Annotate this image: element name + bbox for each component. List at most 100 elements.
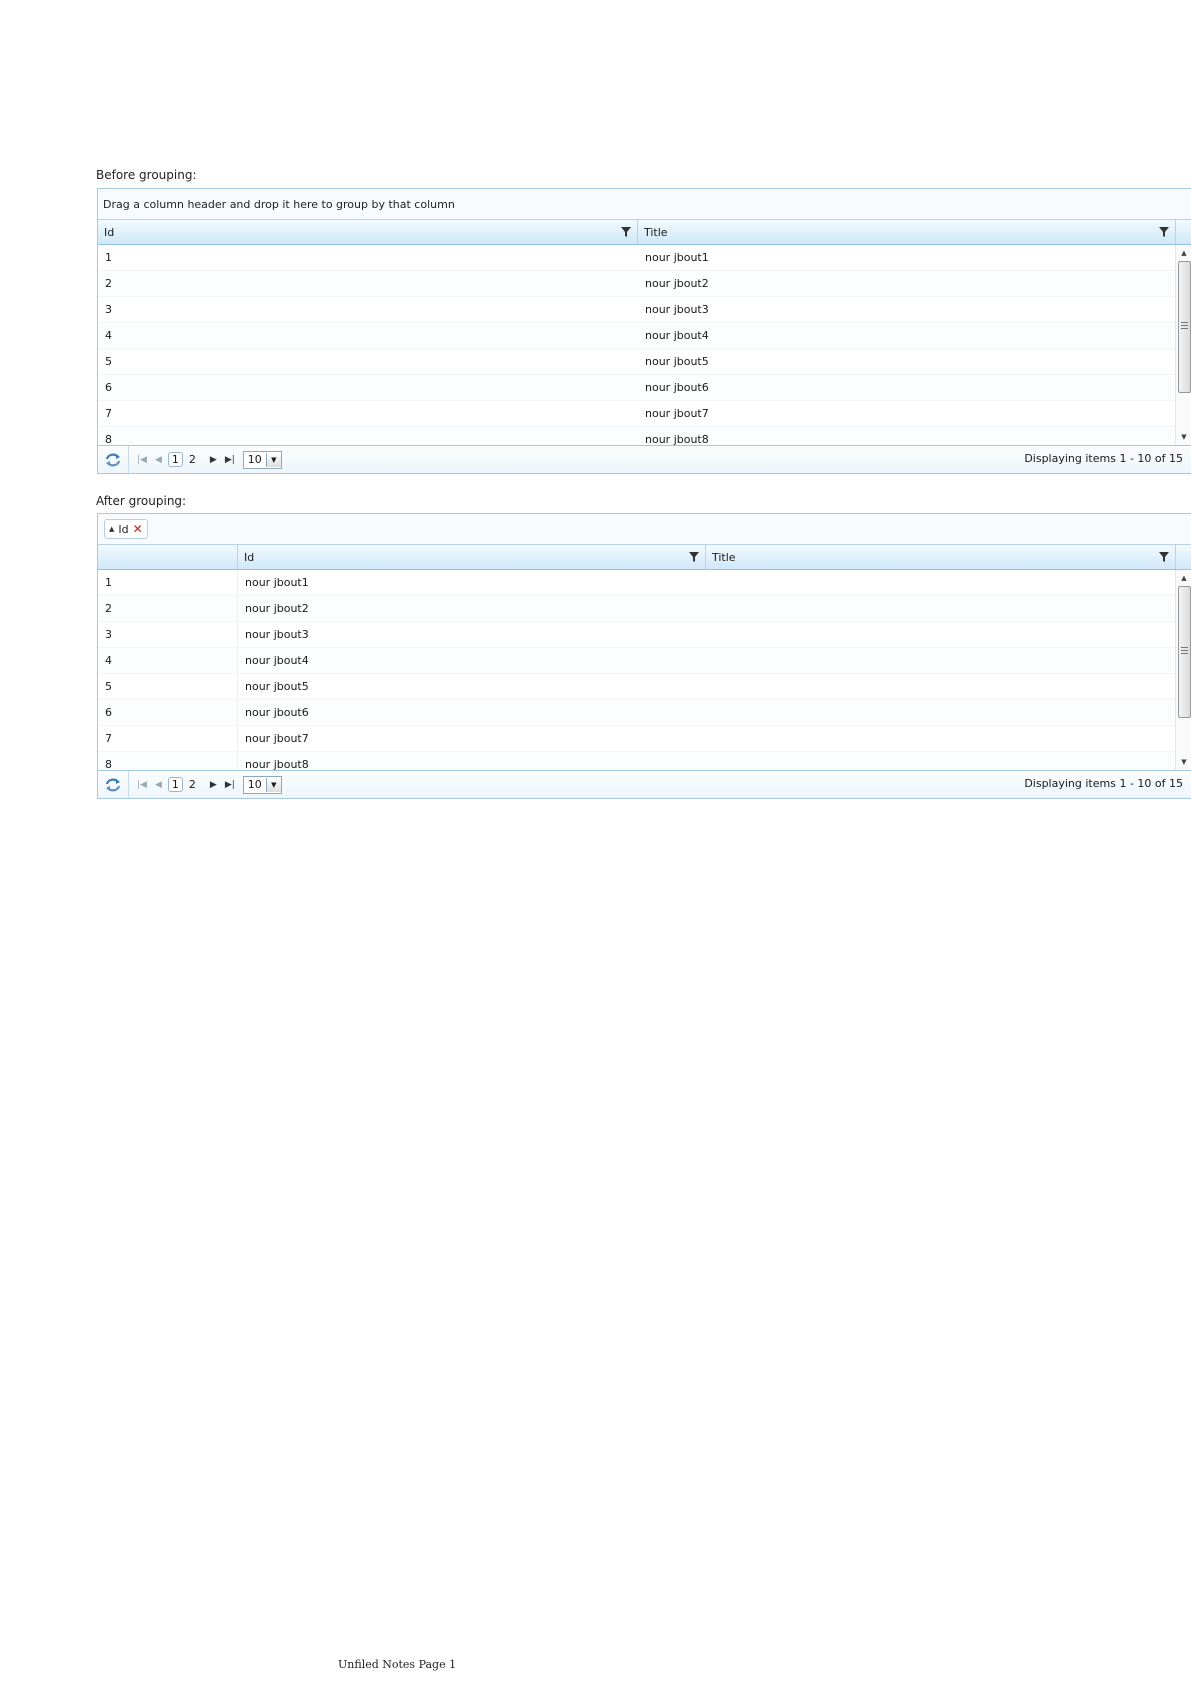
scroll-thumb[interactable] — [1178, 261, 1191, 393]
refresh-button[interactable] — [98, 771, 129, 798]
cell-id: nour jbout6 — [245, 706, 309, 719]
filter-icon[interactable] — [1158, 226, 1170, 238]
pager: |◀ ◀ 1 2 ▶ ▶| 10 ▼ Displaying items 1 - … — [98, 445, 1191, 473]
page-size-select[interactable]: 10 ▼ — [242, 775, 282, 794]
cell-id: 3 — [105, 303, 112, 316]
table-row[interactable]: 6 nour jbout6 — [98, 375, 1191, 401]
cell-id: 8 — [105, 433, 112, 445]
grid-body: 1 nour jbout1 2 nour jbout2 3 nour jbout3 4… — [98, 570, 1191, 770]
cell-title: nour jbout3 — [645, 303, 709, 316]
column-header-title[interactable]: Title — [638, 220, 1176, 244]
table-row[interactable]: 2 nour jbout2 — [98, 596, 1191, 622]
chevron-down-icon[interactable]: ▼ — [265, 777, 281, 792]
table-row[interactable]: 2 nour jbout2 — [98, 271, 1191, 297]
refresh-button[interactable] — [98, 446, 129, 473]
group-panel[interactable]: ▲ Id ✕ — [98, 514, 1191, 545]
cell-group: 2 — [98, 596, 238, 621]
grid-body: 1 nour jbout1 2 nour jbout2 3 nour jbout3 4… — [98, 245, 1191, 445]
scroll-down-icon[interactable]: ▼ — [1176, 431, 1191, 443]
table-row[interactable]: 5 nour jbout5 — [98, 349, 1191, 375]
page-size-value: 10 — [247, 453, 262, 466]
table-row[interactable]: 3 nour jbout3 — [98, 622, 1191, 648]
first-page-icon[interactable]: |◀ — [137, 780, 147, 790]
table-row[interactable]: 4 nour jbout4 — [98, 648, 1191, 674]
table-row[interactable]: 1 nour jbout1 — [98, 245, 1191, 271]
cell-group: 7 — [98, 726, 238, 751]
page-size-select[interactable]: 10 ▼ — [242, 450, 282, 469]
page-button[interactable]: 2 — [189, 453, 196, 466]
filter-icon[interactable] — [1158, 551, 1170, 563]
cell-group: 3 — [98, 622, 238, 647]
next-page-icon[interactable]: ▶ — [210, 780, 217, 790]
refresh-icon — [105, 453, 121, 466]
column-header-label: Id — [244, 550, 255, 564]
vertical-scrollbar[interactable]: ▲ ▼ — [1175, 245, 1191, 445]
last-page-icon[interactable]: ▶| — [225, 780, 235, 790]
group-panel[interactable]: Drag a column header and drop it here to… — [98, 189, 1191, 220]
cell-title: nour jbout2 — [645, 277, 709, 290]
table-row[interactable]: 3 nour jbout3 — [98, 297, 1191, 323]
cell-id: 1 — [105, 251, 112, 264]
grid-before: Drag a column header and drop it here to… — [97, 188, 1191, 474]
prev-page-icon[interactable]: ◀ — [155, 780, 162, 790]
cell-id: nour jbout3 — [245, 628, 309, 641]
first-page-icon[interactable]: |◀ — [137, 455, 147, 465]
close-icon[interactable]: ✕ — [133, 523, 143, 535]
last-page-icon[interactable]: ▶| — [225, 455, 235, 465]
cell-title: nour jbout5 — [645, 355, 709, 368]
table-row[interactable]: 8 nour jbout8 — [98, 427, 1191, 445]
page-button[interactable]: 2 — [189, 778, 196, 791]
table-row[interactable]: 5 nour jbout5 — [98, 674, 1191, 700]
filter-icon[interactable] — [688, 551, 700, 563]
next-page-icon[interactable]: ▶ — [210, 455, 217, 465]
pager-status: Displaying items 1 - 10 of 15 — [1024, 777, 1183, 790]
caption-after-grouping: After grouping: — [96, 494, 187, 508]
column-header-label: Title — [644, 225, 668, 239]
grid-after: ▲ Id ✕ Id Title 1 nour jbout1 2 nour jbout… — [97, 513, 1191, 799]
grid-header: Id Title — [98, 545, 1191, 570]
table-row[interactable]: 8 nour jbout8 — [98, 752, 1191, 770]
cell-group: 6 — [98, 700, 238, 725]
cell-id: 4 — [105, 329, 112, 342]
filter-icon[interactable] — [620, 226, 632, 238]
cell-title: nour jbout8 — [645, 433, 709, 445]
scroll-down-icon[interactable]: ▼ — [1176, 756, 1191, 768]
page-size-value: 10 — [247, 778, 262, 791]
grid-header: Id Title — [98, 220, 1191, 245]
cell-group: 4 — [98, 648, 238, 673]
header-scroll-spacer — [1176, 545, 1191, 569]
table-row[interactable]: 4 nour jbout4 — [98, 323, 1191, 349]
table-row[interactable]: 1 nour jbout1 — [98, 570, 1191, 596]
header-scroll-spacer — [1176, 220, 1191, 244]
cell-id: nour jbout4 — [245, 654, 309, 667]
cell-title: nour jbout7 — [645, 407, 709, 420]
table-row[interactable]: 7 nour jbout7 — [98, 401, 1191, 427]
page-button-current[interactable]: 1 — [167, 777, 183, 792]
cell-id: nour jbout7 — [245, 732, 309, 745]
table-row[interactable]: 6 nour jbout6 — [98, 700, 1191, 726]
column-header-id[interactable]: Id — [98, 220, 638, 244]
cell-title: nour jbout6 — [645, 381, 709, 394]
cell-id: nour jbout2 — [245, 602, 309, 615]
group-indent-header — [98, 545, 238, 569]
column-header-title[interactable]: Title — [706, 545, 1176, 569]
sort-ascending-icon: ▲ — [109, 525, 115, 533]
scroll-up-icon[interactable]: ▲ — [1176, 572, 1191, 584]
cell-title: nour jbout4 — [645, 329, 709, 342]
scroll-up-icon[interactable]: ▲ — [1176, 247, 1191, 259]
cell-group: 8 — [98, 752, 238, 770]
page-footer: Unfiled Notes Page 1 — [338, 1658, 457, 1671]
column-header-label: Title — [712, 550, 736, 564]
chevron-down-icon[interactable]: ▼ — [265, 452, 281, 467]
group-panel-hint: Drag a column header and drop it here to… — [103, 197, 455, 211]
cell-id: nour jbout8 — [245, 758, 309, 770]
grip-icon — [1181, 322, 1188, 330]
column-header-id[interactable]: Id — [238, 545, 706, 569]
group-chip[interactable]: ▲ Id ✕ — [104, 519, 148, 539]
prev-page-icon[interactable]: ◀ — [155, 455, 162, 465]
table-row[interactable]: 7 nour jbout7 — [98, 726, 1191, 752]
page-button-current[interactable]: 1 — [167, 452, 183, 467]
vertical-scrollbar[interactable]: ▲ ▼ — [1175, 570, 1191, 770]
scroll-thumb[interactable] — [1178, 586, 1191, 718]
column-header-label: Id — [104, 225, 115, 239]
